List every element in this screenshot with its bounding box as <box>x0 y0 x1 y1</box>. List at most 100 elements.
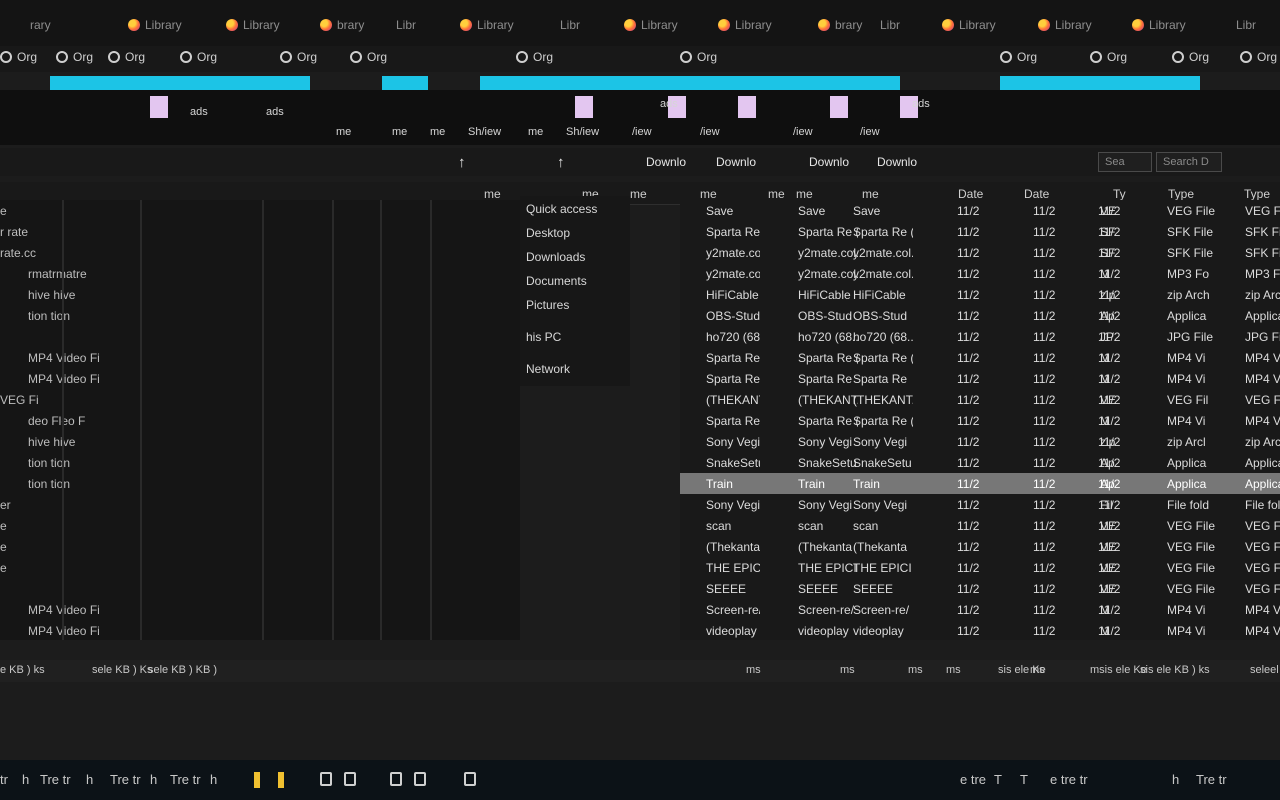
breadcrumb[interactable]: Downlo <box>646 155 686 169</box>
folder-icon[interactable] <box>390 772 402 786</box>
taskbar-item[interactable]: e tre <box>960 772 986 787</box>
breadcrumb[interactable]: Downlo <box>877 155 917 169</box>
search-input[interactable]: Search D <box>1156 152 1222 172</box>
file-row[interactable]: Sony Vegi Sony Vegi Sony Vegi 11/2 11/2 11/2 z… <box>680 431 1280 452</box>
file-row[interactable]: SaveSaveSave11/211/211/2VEVEG FileVEG Fi… <box>680 200 1280 221</box>
ribbon-label[interactable]: ads <box>190 106 208 118</box>
browser-tab[interactable]: Library <box>942 12 996 38</box>
nav-item-this-pc[interactable]: his PC <box>526 330 561 344</box>
taskbar-item[interactable]: Tre tr <box>110 772 141 787</box>
column-name-header[interactable]: me <box>630 187 647 201</box>
folder-icon[interactable] <box>344 772 356 786</box>
organize-button[interactable]: Org <box>1000 50 1037 64</box>
file-row[interactable]: y2mate.col...y2mate.col...y2mate.col...1… <box>680 263 1280 284</box>
column-name-header[interactable]: me <box>796 187 813 201</box>
file-row[interactable]: Screen-re/Screen-re/Screen-re/11/2 11/2 11… <box>680 599 1280 620</box>
column-name-header[interactable]: me <box>484 187 501 201</box>
ribbon-label[interactable]: me <box>392 126 407 138</box>
browser-tab[interactable]: Library <box>226 12 280 38</box>
ribbon-label[interactable]: Sh/iew <box>468 126 501 138</box>
file-row[interactable]: Sparta Re (...Sparta Re (...Sparta Re (.… <box>680 410 1280 431</box>
taskbar-pin-icon[interactable] <box>278 772 284 788</box>
file-row[interactable]: videoplay videoplay videoplay 11/2 11/2 11/2 M… <box>680 620 1280 641</box>
up-arrow-icon[interactable]: ↑ <box>458 154 466 171</box>
ribbon-label[interactable]: ads <box>266 106 284 118</box>
organize-button[interactable]: Org <box>0 50 37 64</box>
file-row[interactable]: ho720 (68...ho720 (68...ho720 (68...11/2… <box>680 326 1280 347</box>
file-row[interactable]: (THEKANT...(THEKANT...(THEKANT...11/211/… <box>680 389 1280 410</box>
taskbar-item[interactable]: T <box>1020 772 1028 787</box>
taskbar-item[interactable]: Tre tr <box>40 772 71 787</box>
organize-button[interactable]: Org <box>1240 50 1277 64</box>
folder-icon[interactable] <box>464 772 476 786</box>
organize-button[interactable]: Org <box>56 50 93 64</box>
taskbar-item[interactable]: Tre tr <box>1196 772 1227 787</box>
nav-item-downloads[interactable]: Downloads <box>526 250 585 264</box>
file-row[interactable]: Sparta Re (...Sparta Re (...Sparta Re (.… <box>680 221 1280 242</box>
organize-button[interactable]: Org <box>350 50 387 64</box>
browser-tab[interactable]: Libr <box>880 12 900 38</box>
column-name-header[interactable]: me <box>862 187 879 201</box>
file-row[interactable]: y2mate.col...y2mate.col...y2mate.col...1… <box>680 242 1280 263</box>
nav-item-quick-access[interactable]: Quick access <box>526 202 597 216</box>
browser-tab[interactable]: Libr <box>1236 12 1256 38</box>
organize-button[interactable]: Org <box>108 50 145 64</box>
breadcrumb[interactable]: Downlo <box>809 155 849 169</box>
ribbon-label[interactable]: ads <box>660 98 678 110</box>
column-type-header[interactable]: Type <box>1168 187 1194 201</box>
file-row[interactable]: Sparta Re Sparta Re Sparta Re 11/2 11/2 11/2 M… <box>680 368 1280 389</box>
taskbar-item[interactable]: h <box>86 772 93 787</box>
file-row[interactable]: THE EPICI THE EPICI THE EPICI 11/2 11/2 11/2 V… <box>680 557 1280 578</box>
taskbar-item[interactable]: h <box>22 772 29 787</box>
taskbar-item[interactable]: Tre tr <box>170 772 201 787</box>
folder-icon[interactable] <box>414 772 426 786</box>
organize-button[interactable]: Org <box>1090 50 1127 64</box>
nav-item-network[interactable]: Network <box>526 362 570 376</box>
taskbar-item[interactable]: tr <box>0 772 8 787</box>
browser-tab[interactable]: rary <box>30 12 51 38</box>
column-type-header[interactable]: Type <box>1244 187 1270 201</box>
ribbon-label[interactable]: /iew <box>860 126 880 138</box>
ribbon-label[interactable]: ads <box>912 98 930 110</box>
nav-item-pictures[interactable]: Pictures <box>526 298 569 312</box>
file-row[interactable]: HiFiCable HiFiCable HiFiCable 11/2 11/2 11/2 z… <box>680 284 1280 305</box>
browser-tab[interactable]: Library <box>624 12 678 38</box>
ribbon-label[interactable]: Sh/iew <box>566 126 599 138</box>
browser-tab[interactable]: Library <box>1132 12 1186 38</box>
column-date-header[interactable]: Date <box>958 187 983 201</box>
taskbar-item[interactable]: h <box>210 772 217 787</box>
organize-button[interactable]: Org <box>280 50 317 64</box>
taskbar-item[interactable]: h <box>150 772 157 787</box>
browser-tab[interactable]: Libr <box>396 12 416 38</box>
file-row[interactable]: SnakeSetu SnakeSetu SnakeSetu 11/2 11/2 11/2 A… <box>680 452 1280 473</box>
ribbon-label[interactable]: me <box>528 126 543 138</box>
file-row[interactable]: Sony Vegi Sony Vegi Sony Vegi 11/2 11/2 11/2 F… <box>680 494 1280 515</box>
taskbar-item[interactable]: h <box>1172 772 1179 787</box>
organize-button[interactable]: Org <box>1172 50 1209 64</box>
organize-button[interactable]: Org <box>680 50 717 64</box>
taskbar-item[interactable]: T <box>994 772 1002 787</box>
browser-tab[interactable]: brary <box>320 12 364 38</box>
nav-item-documents[interactable]: Documents <box>526 274 587 288</box>
browser-tab[interactable]: Library <box>460 12 514 38</box>
file-row[interactable]: scanscanscan11/211/211/2VEVEG FileVEG Fi… <box>680 515 1280 536</box>
browser-tab[interactable]: Libr <box>560 12 580 38</box>
browser-tab[interactable]: Library <box>128 12 182 38</box>
ribbon-label[interactable]: /iew <box>632 126 652 138</box>
breadcrumb[interactable]: Downlo <box>716 155 756 169</box>
ribbon-label[interactable]: me <box>336 126 351 138</box>
file-row[interactable]: Train Train Train 11/2 11/2 11/2 Ap Applica Appl… <box>680 473 1280 494</box>
file-row[interactable]: OBS-Stud OBS-Stud OBS-Stud 11/2 11/2 11/2 Ap Ap… <box>680 305 1280 326</box>
search-input[interactable]: Sea <box>1098 152 1152 172</box>
ribbon-label[interactable]: me <box>430 126 445 138</box>
browser-tab[interactable]: Library <box>1038 12 1092 38</box>
ribbon-label[interactable]: /iew <box>700 126 720 138</box>
organize-button[interactable]: Org <box>516 50 553 64</box>
file-row[interactable]: Sparta Re (...Sparta Re (...Sparta Re (.… <box>680 347 1280 368</box>
taskbar-pin-icon[interactable] <box>254 772 260 788</box>
browser-tab[interactable]: Library <box>718 12 772 38</box>
file-row[interactable]: (Thekanta (Thekanta (Thekanta 11/2 11/2 11/2 V… <box>680 536 1280 557</box>
up-arrow-icon[interactable]: ↑ <box>557 154 565 171</box>
organize-button[interactable]: Org <box>180 50 217 64</box>
ribbon-label[interactable]: /iew <box>793 126 813 138</box>
